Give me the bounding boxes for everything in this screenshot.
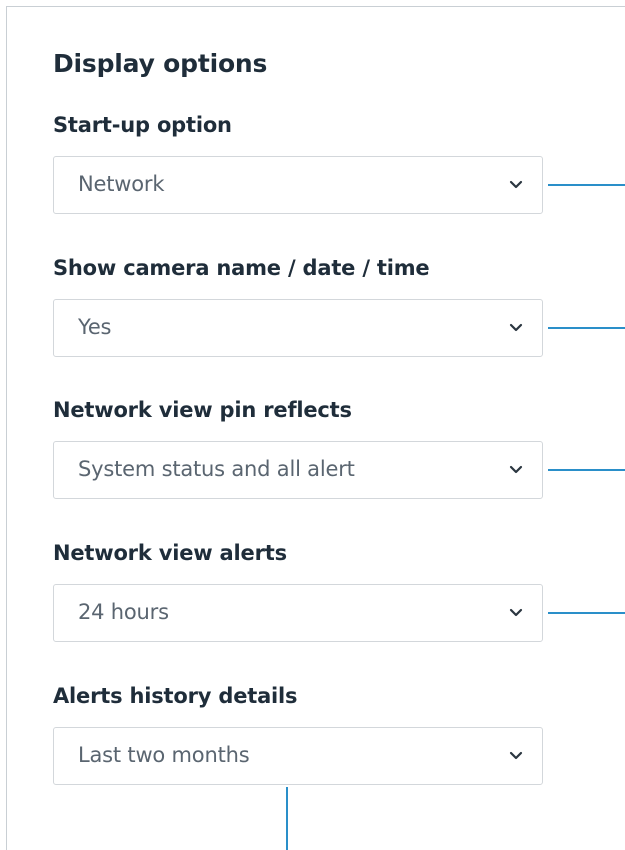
chevron-down-icon <box>509 751 523 760</box>
callout-line <box>548 184 625 186</box>
show-camera-name-label: Show camera name / date / time <box>53 256 430 280</box>
pin-reflects-label: Network view pin reflects <box>53 398 352 422</box>
alerts-history-label: Alerts history details <box>53 684 298 708</box>
show-camera-name-value: Yes <box>78 315 112 339</box>
network-view-alerts-dropdown[interactable]: 24 hours <box>53 584 543 642</box>
chevron-down-icon <box>509 465 523 474</box>
network-view-alerts-label: Network view alerts <box>53 541 287 565</box>
network-view-alerts-value: 24 hours <box>78 600 169 624</box>
pin-reflects-value: System status and all alert <box>78 457 355 481</box>
startup-option-value: Network <box>78 172 165 196</box>
callout-line <box>286 787 288 850</box>
chevron-down-icon <box>509 180 523 189</box>
show-camera-name-dropdown[interactable]: Yes <box>53 299 543 357</box>
alerts-history-value: Last two months <box>78 743 250 767</box>
chevron-down-icon <box>509 323 523 332</box>
callout-line <box>548 612 625 614</box>
alerts-history-dropdown[interactable]: Last two months <box>53 727 543 785</box>
chevron-down-icon <box>509 608 523 617</box>
section-title: Display options <box>53 49 268 78</box>
startup-option-label: Start-up option <box>53 113 232 137</box>
startup-option-dropdown[interactable]: Network <box>53 156 543 214</box>
callout-line <box>548 469 625 471</box>
pin-reflects-dropdown[interactable]: System status and all alert <box>53 441 543 499</box>
callout-line <box>548 327 625 329</box>
